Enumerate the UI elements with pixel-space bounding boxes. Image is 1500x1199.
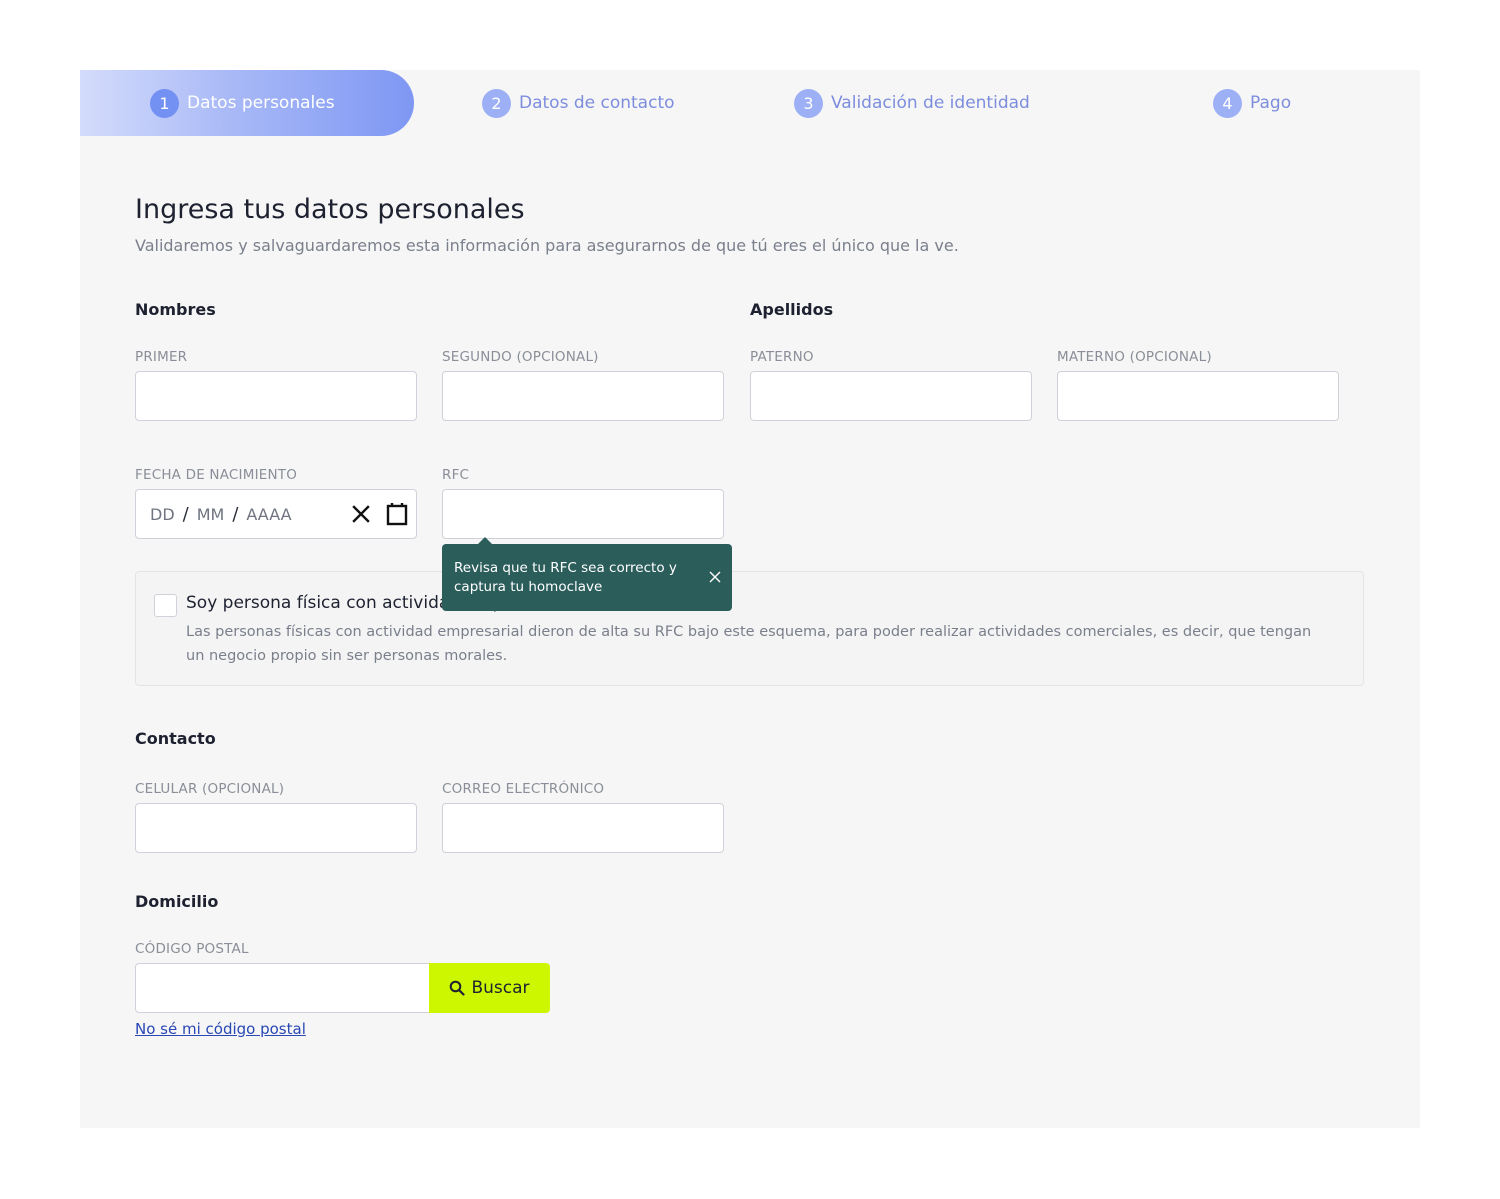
names-section-title: Nombres	[135, 300, 216, 319]
step-number: 1	[150, 88, 179, 118]
phone-input[interactable]	[135, 803, 417, 853]
first-name-label: PRIMER	[135, 349, 188, 365]
phone-label: CELULAR (OPCIONAL)	[135, 781, 285, 797]
address-section-title: Domicilio	[135, 892, 219, 911]
step-label: Datos personales	[187, 93, 335, 113]
step-number: 2	[482, 88, 511, 118]
search-button[interactable]: Buscar	[429, 963, 550, 1013]
step-number: 4	[1213, 88, 1242, 118]
business-activity-checkbox[interactable]	[154, 594, 177, 617]
rfc-tooltip: Revisa que tu RFC sea correcto y captura…	[442, 537, 732, 611]
step-label: Validación de identidad	[831, 93, 1030, 113]
zip-label: CÓDIGO POSTAL	[135, 941, 249, 957]
second-name-label: SEGUNDO (OPCIONAL)	[442, 349, 599, 365]
maternal-surname-label: MATERNO (OPCIONAL)	[1057, 349, 1212, 365]
birthdate-month[interactable]: MM	[197, 505, 225, 524]
birthdate-year[interactable]: AAAA	[246, 505, 291, 524]
email-label: CORREO ELECTRÓNICO	[442, 781, 605, 797]
search-button-label: Buscar	[471, 978, 530, 998]
unknown-zip-link[interactable]: No sé mi código postal	[135, 1020, 306, 1038]
rfc-input[interactable]	[442, 489, 724, 539]
date-separator: /	[182, 503, 189, 525]
form-card: 1 Datos personales 2 Datos de contacto 3…	[80, 70, 1420, 1128]
page-subtitle: Validaremos y salvaguardaremos esta info…	[135, 236, 959, 255]
step-payment[interactable]: 4 Pago	[1213, 88, 1291, 118]
page-title: Ingresa tus datos personales	[135, 194, 525, 225]
rfc-label: RFC	[442, 467, 470, 483]
first-name-input[interactable]	[135, 371, 417, 421]
close-icon[interactable]	[708, 570, 722, 584]
business-activity-description: Las personas físicas con actividad empre…	[186, 624, 1312, 664]
rfc-tooltip-text: Revisa que tu RFC sea correcto y captura…	[454, 560, 677, 595]
surnames-section-title: Apellidos	[750, 300, 834, 319]
step-label: Pago	[1250, 93, 1292, 113]
birthdate-input[interactable]: DD / MM / AAAA	[135, 489, 417, 539]
step-identity-validation[interactable]: 3 Validación de identidad	[794, 88, 1030, 118]
close-icon[interactable]	[350, 503, 372, 525]
second-name-input[interactable]	[442, 371, 724, 421]
email-input[interactable]	[442, 803, 724, 853]
zip-input[interactable]	[135, 963, 430, 1013]
calendar-icon[interactable]	[386, 502, 408, 526]
search-icon	[450, 980, 466, 996]
step-number: 3	[794, 88, 823, 118]
step-personal-data[interactable]: 1 Datos personales	[150, 88, 335, 118]
birthdate-label: FECHA DE NACIMIENTO	[135, 467, 298, 483]
maternal-surname-input[interactable]	[1057, 371, 1339, 421]
stepper: 1 Datos personales 2 Datos de contacto 3…	[80, 70, 1420, 136]
step-contact-data[interactable]: 2 Datos de contacto	[482, 88, 675, 118]
date-separator: /	[232, 503, 239, 525]
paternal-surname-label: PATERNO	[750, 349, 814, 365]
business-activity-option: Soy persona física con actividad empresa…	[135, 571, 1364, 686]
contact-section-title: Contacto	[135, 729, 216, 748]
birthdate-day[interactable]: DD	[150, 505, 175, 524]
paternal-surname-input[interactable]	[750, 371, 1032, 421]
step-label: Datos de contacto	[519, 93, 675, 113]
